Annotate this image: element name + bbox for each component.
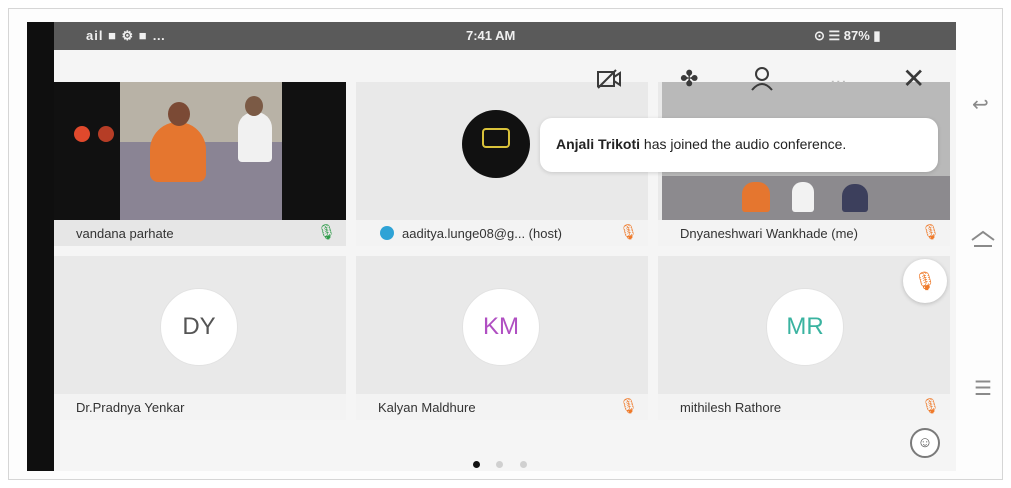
mute-toggle-button[interactable]: 🎙	[903, 259, 947, 303]
camera-logo-icon	[482, 128, 510, 148]
status-icons-left: ail ■ ⚙ ■ …	[86, 28, 167, 43]
participant-name: mithilesh Rathore	[680, 400, 782, 415]
left-black-edge	[27, 22, 54, 471]
participant-tile[interactable]: DY Dr.Pradnya Yenkar	[54, 256, 346, 420]
page-dot[interactable]	[473, 461, 480, 468]
back-icon[interactable]: ↩	[972, 92, 989, 117]
page-dot[interactable]	[496, 461, 504, 468]
bluetooth-icon[interactable]: ✤	[680, 66, 698, 92]
menu-icon[interactable]: ☰	[974, 376, 992, 401]
participant-avatar: KM	[462, 288, 540, 366]
mic-muted-icon: 🎙	[618, 398, 638, 415]
participant-name: aaditya.lunge08@g... (host)	[402, 226, 562, 241]
participant-video	[120, 82, 282, 220]
mic-on-icon: 🎙	[316, 224, 336, 241]
home-icon[interactable]	[970, 230, 996, 256]
mic-muted-icon: 🎙	[920, 398, 940, 415]
recording-indicator-icon	[74, 126, 90, 142]
toast-participant-name: Anjali Trikoti	[556, 136, 641, 152]
host-logo-avatar	[462, 110, 530, 178]
status-icons-right: ⊙ ☰ 87% ▮	[814, 28, 881, 43]
video-off-icon[interactable]	[596, 68, 622, 96]
participant-name: vandana parhate	[76, 226, 174, 241]
tile-name-bar: Kalyan Maldhure 🎙	[356, 394, 648, 420]
status-time: 7:41 AM	[466, 28, 516, 43]
page-dot[interactable]	[519, 461, 527, 468]
recording-indicator-icon	[98, 126, 114, 142]
toast-message: has joined the audio conference.	[640, 136, 847, 152]
tile-name-bar: mithilesh Rathore 🎙	[658, 394, 950, 420]
participant-name: Dr.Pradnya Yenkar	[76, 400, 185, 415]
meeting-grid: vandana parhate 🎙 aaditya.lunge08@g... (…	[54, 50, 956, 471]
tile-name-bar: Dnyaneshwari Wankhade (me) 🎙	[658, 220, 950, 246]
participant-tile[interactable]: KM Kalyan Maldhure 🎙	[356, 256, 648, 420]
participant-avatar: MR	[766, 288, 844, 366]
page-indicator	[473, 455, 539, 473]
tile-name-bar: Dr.Pradnya Yenkar	[54, 394, 346, 420]
close-icon[interactable]: ✕	[902, 62, 925, 95]
emoji-icon[interactable]: ☺	[910, 428, 940, 458]
participant-name: Dnyaneshwari Wankhade (me)	[680, 226, 858, 241]
join-notification-toast: Anjali Trikoti has joined the audio conf…	[540, 118, 938, 172]
toast-text: Anjali Trikoti has joined the audio conf…	[556, 136, 846, 152]
participant-name: Kalyan Maldhure	[378, 400, 476, 415]
status-bar: ail ■ ⚙ ■ … 7:41 AM ⊙ ☰ 87% ▮	[54, 22, 956, 50]
mic-muted-icon: 🎙	[920, 224, 940, 241]
participant-avatar: DY	[160, 288, 238, 366]
host-badge-icon	[380, 226, 394, 240]
tile-name-bar: aaditya.lunge08@g... (host) 🎙	[356, 220, 648, 246]
participants-icon[interactable]	[750, 66, 776, 98]
mic-muted-icon: 🎙	[913, 271, 937, 291]
tile-name-bar: vandana parhate 🎙	[54, 220, 346, 246]
participant-tile[interactable]: vandana parhate 🎙	[54, 82, 346, 246]
mic-muted-icon: 🎙	[618, 224, 638, 241]
more-options-icon[interactable]: ...	[830, 66, 847, 89]
